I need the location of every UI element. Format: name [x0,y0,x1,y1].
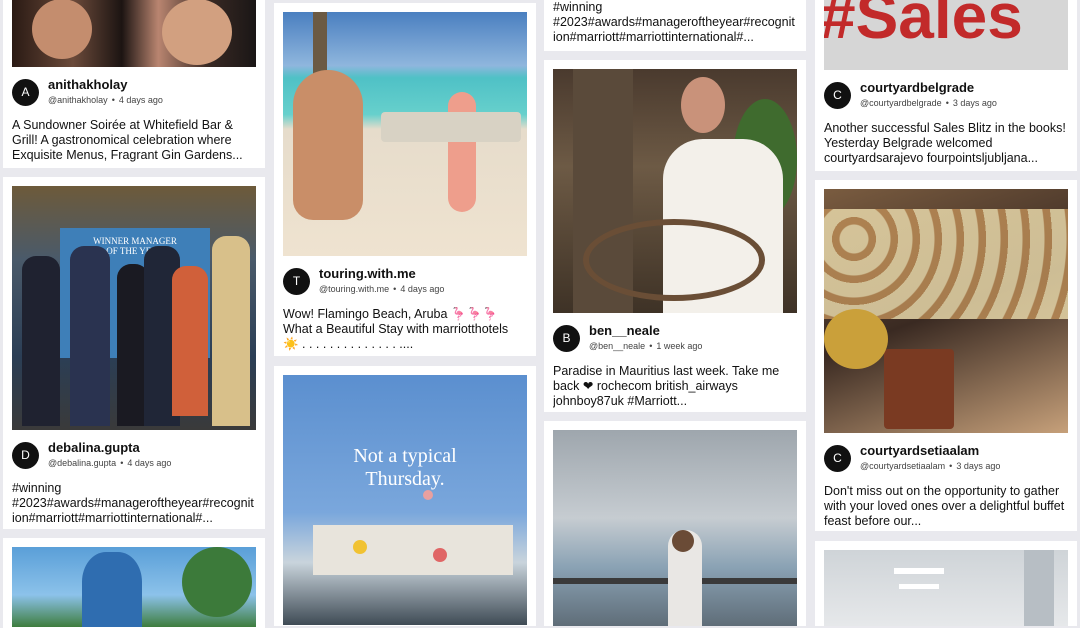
flamingo-shape [448,92,476,212]
face-shape [162,0,232,65]
palm-shape [182,547,252,617]
post-subline: @courtyardsetiaalam • 3 days ago [860,461,1000,471]
post-image[interactable]: #Sales [824,0,1068,70]
avatar[interactable]: A [12,79,39,106]
balloon [433,548,447,562]
username[interactable]: ben__neale [589,323,660,338]
timestamp: 4 days ago [400,284,445,294]
post-caption: #winning #2023#awards#manageroftheyear#r… [12,481,254,525]
post-card-corridor[interactable] [815,541,1077,626]
handle: @anithakholay [48,95,108,105]
separator-dot: • [649,341,653,351]
post-card-partial[interactable] [3,538,265,628]
ceiling-light [899,584,939,589]
post-subline: @debalina.gupta • 4 days ago [48,458,171,468]
person-shape [172,266,208,416]
thursday-text: Not a typical Thursday. [353,445,457,490]
hair-shape [672,530,694,552]
post-image[interactable] [824,550,1068,626]
ceiling-light [894,568,944,574]
username[interactable]: courtyardsetiaalam [860,443,979,458]
post-card-partial-top[interactable]: #winning #2023#awards#manageroftheyear#r… [544,0,806,51]
post-subline: @touring.with.me • 4 days ago [319,284,444,294]
post-subline: @courtyardbelgrade • 3 days ago [860,98,997,108]
post-card-debalina[interactable]: WINNER MANAGER OF THE YEAR D debalina.gu… [3,177,265,529]
post-image[interactable]: Not a typical Thursday. [283,375,527,625]
post-caption: Wow! Flamingo Beach, Aruba 🦩🦩🦩 What a Be… [283,307,509,351]
handle: @debalina.gupta [48,458,117,468]
post-card-touring[interactable]: T touring.with.me @touring.with.me • 4 day… [274,3,536,356]
separator-dot: • [120,458,124,468]
face-shape [681,77,725,133]
person-shape [70,246,110,426]
person-shape [212,236,250,426]
building-shape [313,525,513,575]
post-card-thursday[interactable]: Not a typical Thursday. [274,366,536,626]
post-image[interactable] [553,69,797,313]
balloon [353,540,367,554]
timestamp: 3 days ago [956,461,1001,471]
handle: @ben__neale [589,341,646,351]
post-image[interactable] [283,12,527,256]
post-subline: @anithakholay • 4 days ago [48,95,163,105]
face-shape [32,0,92,59]
chair-shape [583,219,765,301]
door-shape [1024,550,1054,626]
post-caption: A Sundowner Soirée at Whitefield Bar & G… [12,118,243,162]
pastries-shape [824,209,1068,319]
post-image[interactable] [12,547,256,627]
handle: @courtyardbelgrade [860,98,942,108]
separator-dot: • [393,284,397,294]
balloon [423,490,433,500]
post-card-beach[interactable] [544,421,806,626]
post-caption: #winning #2023#awards#manageroftheyear#r… [553,0,795,44]
post-card-courtyardsetiaalam[interactable]: C courtyardsetiaalam @courtyardsetiaalam… [815,180,1077,531]
separator-dot: • [949,461,953,471]
post-image[interactable] [553,430,797,626]
separator-dot: • [111,95,115,105]
timestamp: 4 days ago [127,458,172,468]
post-meta: C courtyardbelgrade @courtyardbelgrade • 3… [824,79,1068,117]
post-caption: Another successful Sales Blitz in the bo… [824,121,1066,165]
cake-slice [884,349,954,429]
username[interactable]: anithakholay [48,77,127,92]
avatar[interactable]: C [824,82,851,109]
username[interactable]: debalina.gupta [48,440,140,455]
post-image[interactable] [824,189,1068,433]
handle: @touring.with.me [319,284,390,294]
timestamp: 1 week ago [656,341,703,351]
handle: @courtyardsetiaalam [860,461,946,471]
post-meta: B ben__neale @ben__neale • 1 week ago [553,322,797,360]
sales-text: #Sales [824,0,1023,52]
username[interactable]: courtyardbelgrade [860,80,974,95]
decoration-shape [824,309,888,369]
avatar[interactable]: B [553,325,580,352]
separator-dot: • [945,98,949,108]
post-card-ben[interactable]: B ben__neale @ben__neale • 1 week ago Para… [544,60,806,412]
post-meta: T touring.with.me @touring.with.me • 4 day… [283,265,527,303]
post-caption: Don't miss out on the opportunity to gat… [824,484,1065,528]
timestamp: 3 days ago [952,98,997,108]
person-shape [293,70,363,220]
avatar[interactable]: D [12,442,39,469]
post-image[interactable]: WINNER MANAGER OF THE YEAR [12,186,256,430]
post-meta: A anithakholay @anithakholay • 4 days ago [12,76,256,114]
avatar[interactable]: C [824,445,851,472]
sculpture-shape [82,552,142,627]
post-meta: D debalina.gupta @debalina.gupta • 4 days … [12,439,256,477]
lounge-chair [381,112,521,142]
avatar[interactable]: T [283,268,310,295]
post-meta: C courtyardsetiaalam @courtyardsetiaalam… [824,442,1068,480]
username[interactable]: touring.with.me [319,266,416,281]
person-shape [22,256,60,426]
post-card-anithakholay[interactable]: A anithakholay @anithakholay • 4 days ago … [3,0,265,168]
post-image[interactable] [12,0,256,67]
timestamp: 4 days ago [118,95,163,105]
post-caption: Paradise in Mauritius last week. Take me… [553,364,780,408]
post-card-courtyardbelgrade[interactable]: #Sales C courtyardbelgrade @courtyardbel… [815,0,1077,171]
post-subline: @ben__neale • 1 week ago [589,341,702,351]
